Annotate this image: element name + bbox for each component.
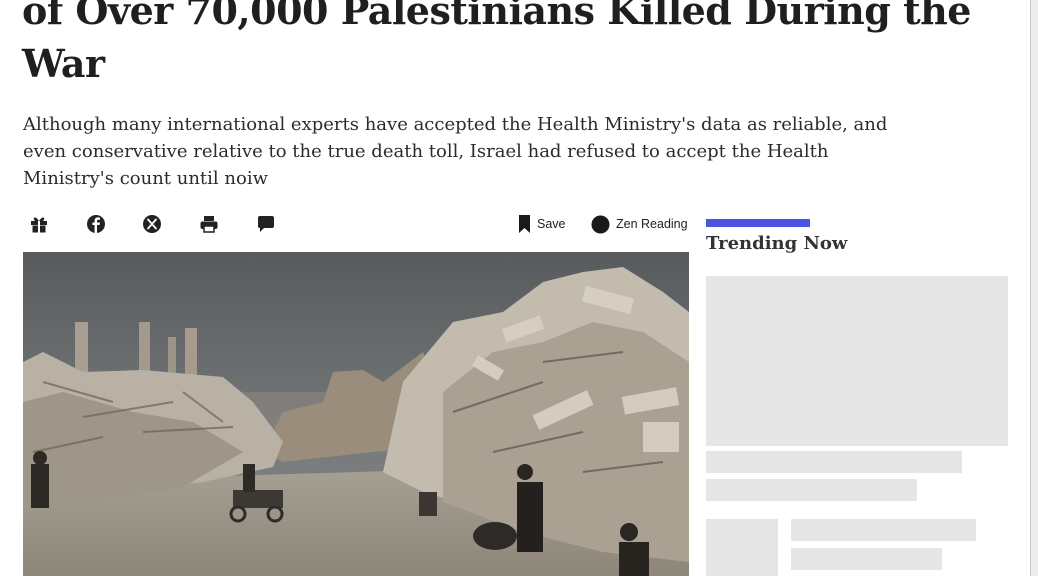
article-hero-image	[23, 252, 689, 576]
subheadline-line: even conservative relative to the true d…	[23, 141, 829, 162]
trending-title: Trending Now	[706, 233, 848, 254]
print-button[interactable]	[197, 212, 221, 236]
headline-line: War	[22, 41, 105, 86]
x-icon	[143, 215, 161, 233]
trending-thumb-placeholder[interactable]	[706, 519, 778, 576]
facebook-share-button[interactable]	[84, 212, 108, 236]
trending-text-placeholder	[706, 451, 962, 473]
trending-accent-bar	[706, 219, 810, 227]
zen-reading-label: Zen Reading	[616, 217, 688, 231]
trending-text-placeholder	[791, 548, 942, 570]
save-label: Save	[537, 217, 566, 231]
article-headline: of Over 70,000 Palestinians Killed Durin…	[22, 0, 971, 90]
gift-button[interactable]	[27, 212, 51, 236]
comment-icon	[258, 216, 274, 232]
trending-image-placeholder[interactable]	[706, 276, 1008, 446]
comments-button[interactable]	[254, 212, 278, 236]
zen-reading-icon	[591, 215, 610, 233]
subheadline-line: Ministry's count until noiw	[23, 168, 268, 189]
bookmark-icon	[519, 214, 530, 233]
subheadline-line: Although many international experts have…	[23, 114, 888, 135]
gift-icon	[31, 217, 47, 233]
trending-text-placeholder	[706, 479, 917, 501]
trending-text-placeholder	[791, 519, 976, 541]
window-scrollbar[interactable]	[1030, 0, 1038, 576]
zen-reading-button[interactable]: Zen Reading	[591, 212, 688, 236]
facebook-icon	[87, 215, 105, 233]
article-subheadline: Although many international experts have…	[23, 111, 888, 192]
x-share-button[interactable]	[140, 212, 164, 236]
print-icon	[200, 216, 218, 233]
save-button[interactable]: Save	[518, 212, 566, 236]
headline-line: of Over 70,000 Palestinians Killed Durin…	[22, 0, 971, 33]
